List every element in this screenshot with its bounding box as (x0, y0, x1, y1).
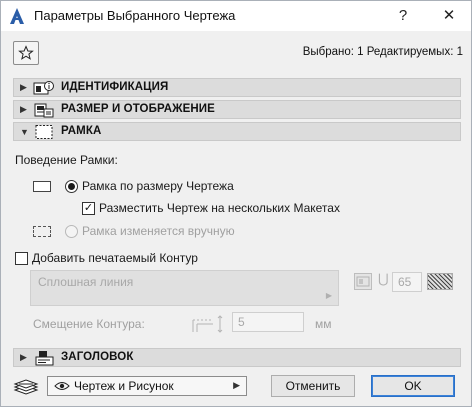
frame-behavior-label: Поведение Рамки: (15, 153, 118, 167)
line-type-selector[interactable]: Сплошная линия ▶ (30, 270, 339, 306)
frame-fit-icon (33, 181, 51, 192)
panel-label: РАЗМЕР И ОТОБРАЖЕНИЕ (61, 103, 215, 115)
collapse-triangle-icon: ▼ (20, 127, 29, 137)
pen-number-field[interactable]: 65 (392, 272, 422, 292)
panel-frame[interactable]: ▼ РАМКА (13, 122, 461, 141)
frame-icon (35, 125, 53, 139)
line-type-value: Сплошная линия (38, 275, 134, 289)
radio-frame-manual-label: Рамка изменяется вручную (82, 224, 235, 238)
layer-combination-dropdown[interactable]: Чертеж и Рисунок ▶ (47, 376, 247, 396)
frame-manual-icon (33, 226, 51, 237)
line-type-arrow-icon: ▶ (325, 291, 332, 300)
add-contour-label: Добавить печатаемый Контур (32, 251, 198, 265)
dialog-window: Параметры Выбранного Чертежа ? ✕ Выбрано… (0, 0, 472, 407)
expand-triangle-icon: ▶ (20, 104, 27, 114)
eye-icon (54, 382, 70, 390)
title-bar: Параметры Выбранного Чертежа ? ✕ (1, 1, 471, 31)
checkbox-place-multiple-layouts[interactable]: ✓ (82, 202, 95, 215)
radio-frame-fit[interactable] (65, 180, 78, 193)
offset-value-field[interactable]: 5 (232, 312, 304, 332)
panel-identification[interactable]: ▶ ИДЕНТИФИКАЦИЯ (13, 78, 461, 97)
dialog-title: Параметры Выбранного Чертежа (34, 8, 236, 23)
expand-triangle-icon: ▶ (20, 82, 27, 92)
panel-label: ЗАГОЛОВОК (61, 351, 134, 363)
favorites-button[interactable] (13, 41, 39, 65)
dialog-footer: Чертеж и Рисунок ▶ Отменить OK (1, 368, 471, 406)
star-icon (18, 45, 34, 60)
fill-pattern-swatch[interactable] (427, 273, 453, 290)
contour-offset-icon (192, 315, 223, 333)
identification-icon (33, 81, 54, 95)
cancel-button[interactable]: Отменить (271, 375, 355, 397)
layers-icon (13, 379, 39, 395)
offset-unit-label: мм (315, 317, 332, 331)
panel-label: ИДЕНТИФИКАЦИЯ (61, 81, 169, 93)
panel-title[interactable]: ▶ ЗАГОЛОВОК (13, 348, 461, 367)
place-multiple-layouts-label: Разместить Чертеж на нескольких Макетах (99, 201, 340, 215)
radio-frame-manual[interactable] (65, 225, 78, 238)
size-display-icon (34, 103, 54, 118)
panel-label: РАМКА (61, 125, 102, 137)
offset-label: Смещение Контура: (33, 317, 145, 331)
archicad-app-icon (10, 8, 24, 24)
dropdown-arrow-icon: ▶ (233, 380, 240, 390)
title-stamp-icon (35, 351, 54, 366)
radio-frame-fit-label: Рамка по размеру Чертежа (82, 179, 234, 193)
close-button[interactable]: ✕ (437, 4, 461, 28)
help-button[interactable]: ? (391, 4, 415, 28)
panel-size-display[interactable]: ▶ РАЗМЕР И ОТОБРАЖЕНИЕ (13, 100, 461, 119)
checkbox-add-contour[interactable] (15, 252, 28, 265)
ok-button[interactable]: OK (371, 375, 455, 397)
pen-weight-icon: ⋃ (378, 271, 389, 286)
expand-triangle-icon: ▶ (20, 352, 27, 362)
pen-icon (356, 276, 370, 287)
pen-color-swatch[interactable] (354, 273, 372, 290)
selection-info: Выбрано: 1 Редактируемых: 1 (302, 46, 463, 58)
layer-combination-value: Чертеж и Рисунок (74, 379, 174, 393)
